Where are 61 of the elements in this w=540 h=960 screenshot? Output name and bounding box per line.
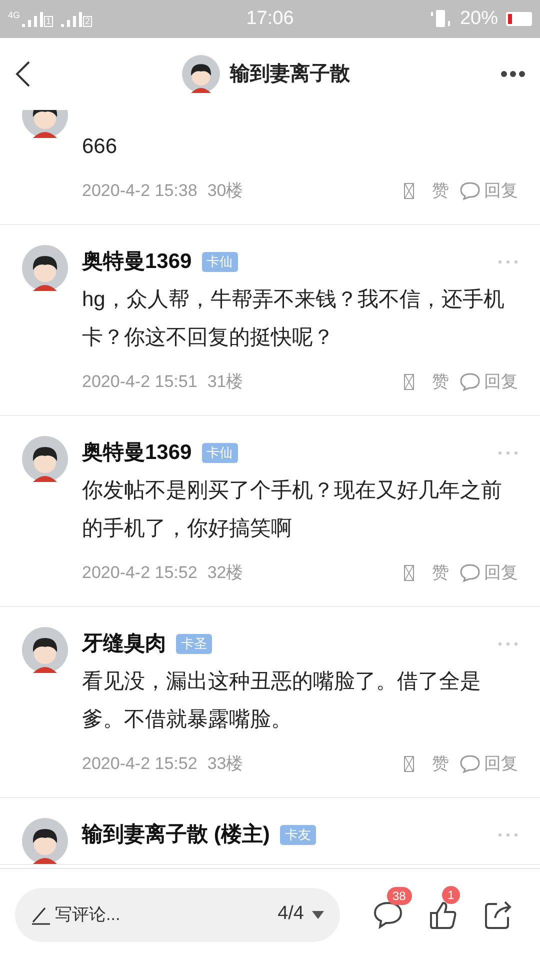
comment-text: 你发帖不是刚买了个手机？现在又好几年之前的手机了，你好搞笑啊 [82, 478, 503, 542]
like-link[interactable]: 赞 [432, 751, 449, 777]
author-name[interactable]: 奥特曼1369 [82, 246, 192, 278]
author-name[interactable]: 奥特曼1369 [82, 437, 192, 469]
level-tag: 卡友 [280, 825, 316, 845]
avatar-icon[interactable] [22, 436, 68, 482]
floor-number: 32楼 [207, 562, 244, 584]
speech-bubble-icon [459, 563, 481, 583]
more-icon[interactable] [500, 70, 526, 78]
back-icon[interactable] [14, 60, 32, 88]
placeholder-glyph-icon [404, 183, 414, 199]
network-label: 4G [8, 11, 20, 20]
like-link[interactable]: 赞 [432, 369, 449, 395]
page-indicator[interactable]: 4/4 [278, 900, 304, 929]
post-time: 2020-4-2 15:38 [82, 180, 198, 202]
clock: 17:06 [245, 6, 295, 31]
dropdown-caret-icon[interactable] [312, 910, 324, 918]
vibrate-icon [430, 9, 452, 29]
avatar-icon[interactable] [22, 245, 68, 291]
speech-bubble-icon [459, 181, 481, 201]
avatar-icon[interactable] [22, 627, 68, 673]
speech-bubble-icon [459, 754, 481, 774]
share-icon[interactable] [482, 900, 512, 930]
comment-count-badge: 38 [386, 886, 412, 904]
battery-icon [506, 12, 532, 26]
reply-button[interactable]: 回复 [459, 560, 518, 586]
sim-label: 1 [44, 16, 54, 27]
reply-button[interactable]: 回复 [459, 369, 518, 395]
comment-icon[interactable] [372, 900, 402, 928]
post-time: 2020-4-2 15:51 [82, 371, 198, 394]
floor-number: 33楼 [207, 753, 244, 776]
comment-text: hg，众人帮，牛帮弄不来钱？我不信，还手机卡？你这不回复的挺快呢？ [82, 287, 506, 351]
placeholder-glyph-icon [404, 374, 414, 390]
pencil-icon [31, 904, 51, 924]
level-tag: 卡仙 [202, 252, 238, 272]
avatar-icon[interactable] [182, 55, 220, 93]
reply-button[interactable]: 回复 [459, 178, 518, 204]
level-tag: 卡圣 [176, 634, 212, 654]
floor-number: 31楼 [207, 371, 244, 394]
comment-input[interactable]: 写评论... 4/4 [15, 888, 340, 942]
comment-text: 看见没，漏出这种丑恶的嘴脸了。借了全是爹。不借就暴露嘴脸。 [82, 669, 482, 733]
like-count-badge: 1 [442, 886, 460, 904]
thread-title: 输到妻离子散 [230, 62, 350, 87]
input-placeholder: 写评论... [55, 904, 120, 926]
sim-label: 2 [83, 16, 92, 27]
thumbs-up-icon[interactable] [428, 900, 458, 930]
like-link[interactable]: 赞 [432, 178, 449, 204]
placeholder-glyph-icon [404, 565, 414, 581]
comment-text: 666 [82, 134, 118, 160]
avatar-icon[interactable] [22, 818, 68, 864]
author-name[interactable]: 输到妻离子散 (楼主) [82, 819, 270, 851]
speech-bubble-icon [459, 372, 481, 392]
reply-button[interactable]: 回复 [459, 751, 518, 777]
like-link[interactable]: 赞 [432, 560, 449, 586]
floor-number: 30楼 [207, 180, 244, 202]
post-time: 2020-4-2 15:52 [82, 562, 198, 584]
placeholder-glyph-icon [404, 756, 414, 772]
post-time: 2020-4-2 15:52 [82, 753, 198, 776]
level-tag: 卡仙 [202, 443, 238, 463]
author-name[interactable]: 牙缝臭肉 [82, 628, 166, 660]
battery-percent: 20% [460, 6, 498, 31]
